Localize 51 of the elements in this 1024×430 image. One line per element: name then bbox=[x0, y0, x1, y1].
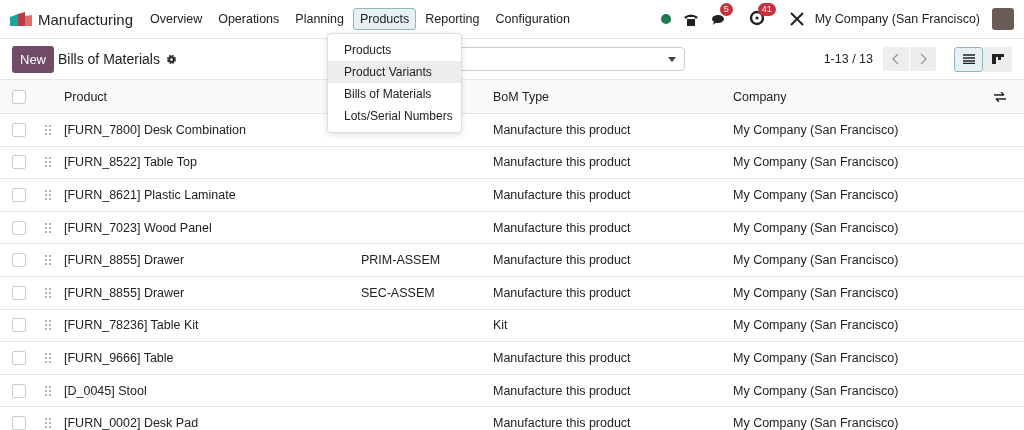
company-switcher[interactable]: My Company (San Francisco) bbox=[814, 12, 980, 26]
dropdown-item[interactable]: Lots/Serial Numbers bbox=[328, 105, 461, 127]
dropdown-item[interactable]: Products bbox=[328, 39, 461, 61]
table-cell-text: [FURN_7023] Wood Panel bbox=[64, 220, 213, 235]
table-cell-text: [FURN_0002] Desk Pad bbox=[64, 416, 200, 430]
menu-item[interactable]: Configuration bbox=[488, 8, 577, 30]
table-cell-text: My Company (San Francisco) bbox=[733, 350, 900, 365]
new-button[interactable]: New bbox=[12, 45, 54, 73]
activity-count-badge: 41 bbox=[757, 2, 776, 16]
table-cell-text: Manufacture this product bbox=[493, 350, 632, 365]
table-cell-text: Manufacture this product bbox=[493, 285, 632, 300]
table-cell-text: [FURN_9666] Table bbox=[64, 350, 175, 365]
table-cell-text: [FURN_8855] Drawer bbox=[64, 253, 186, 268]
table-cell-text: Manufacture this product bbox=[493, 416, 632, 430]
table-cell-text: My Company (San Francisco) bbox=[733, 416, 900, 430]
table-cell-text: Manufacture this product bbox=[493, 383, 632, 398]
menu-item[interactable]: Reporting bbox=[418, 8, 487, 30]
page-title: Bills of Materials bbox=[58, 51, 160, 67]
table-cell-text: SEC-ASSEM bbox=[361, 285, 436, 300]
table-cell-text: [D_0045] Stool bbox=[64, 383, 148, 398]
table-cell-text: My Company (San Francisco) bbox=[733, 285, 900, 300]
menu-item[interactable]: Overview bbox=[143, 8, 210, 30]
pager-text: 1-13 / 13 bbox=[823, 52, 873, 66]
table-cell-text: Manufacture this product bbox=[493, 122, 632, 137]
table-cell-text: My Company (San Francisco) bbox=[733, 122, 900, 137]
table-cell-text: My Company (San Francisco) bbox=[733, 318, 900, 333]
table-cell-text: Manufacture this product bbox=[493, 220, 632, 235]
table-cell-text: My Company (San Francisco) bbox=[733, 155, 900, 170]
table-cell-text: My Company (San Francisco) bbox=[733, 188, 900, 202]
menu-item[interactable]: Planning bbox=[288, 8, 351, 30]
table-cell-text: Manufacture this product bbox=[493, 188, 632, 202]
table-cell-text: My Company (San Francisco) bbox=[733, 253, 900, 268]
column-header[interactable]: BoM Type bbox=[493, 89, 733, 104]
table-cell-text: [FURN_8522] Table Top bbox=[64, 155, 198, 170]
dropdown-item[interactable]: Bills of Materials bbox=[328, 83, 461, 105]
message-count-badge: 5 bbox=[719, 2, 733, 16]
table-cell-text: [FURN_78236] Table Kit bbox=[64, 318, 200, 333]
table-cell-text: My Company (San Francisco) bbox=[733, 383, 900, 398]
menu-item[interactable]: Products bbox=[352, 8, 417, 30]
dropdown-item[interactable]: Product Variants bbox=[328, 61, 461, 83]
app-name[interactable]: Manufacturing bbox=[38, 10, 134, 28]
table-cell-text: My Company (San Francisco) bbox=[733, 220, 900, 235]
table-cell-text: PRIM-ASSEM bbox=[361, 253, 442, 268]
table-cell-text: [FURN_7800] Desk Combination bbox=[64, 122, 248, 137]
column-header[interactable]: Company bbox=[733, 89, 994, 104]
table-cell-text: Manufacture this product bbox=[493, 253, 632, 268]
table-cell-text: [FURN_8855] Drawer bbox=[64, 285, 186, 300]
menu-item[interactable]: Operations bbox=[211, 8, 287, 30]
table-cell-text: Manufacture this product bbox=[493, 155, 632, 170]
table-cell-text: Kit bbox=[493, 318, 509, 333]
table-cell-text: [FURN_8621] Plastic Laminate bbox=[64, 188, 237, 202]
